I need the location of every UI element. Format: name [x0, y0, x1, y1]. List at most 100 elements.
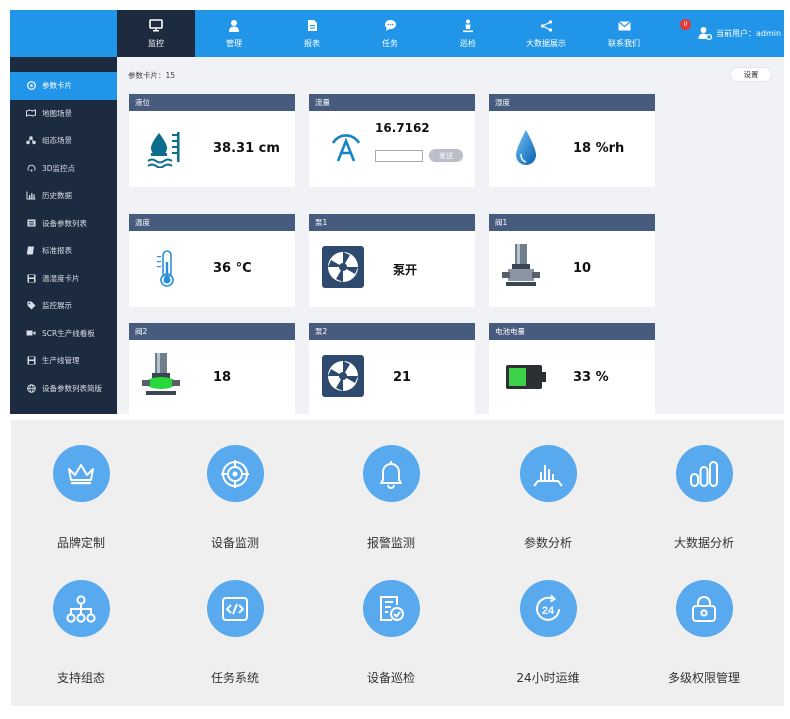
- feature-item: 任务系统: [165, 580, 305, 686]
- sidebar-item-label: 历史数据: [42, 191, 72, 201]
- user-settings-icon: [698, 26, 713, 41]
- card-title: 流量: [309, 94, 475, 111]
- param-card[interactable]: 流量 16.7162 发送: [309, 94, 475, 187]
- tag-icon: [26, 301, 36, 311]
- water-level-icon: [145, 127, 187, 169]
- nav-inspect[interactable]: 巡检: [429, 10, 507, 57]
- send-button[interactable]: 发送: [429, 149, 463, 162]
- 3d-icon: [26, 163, 36, 173]
- features-section: 品牌定制 设备监测 报警监测 参数分析 大数据分析 支持组态 任务系统 设备巡检…: [11, 420, 784, 706]
- battery-icon: [505, 356, 547, 398]
- sidebar-item-label: 组态场景: [42, 136, 72, 146]
- sidebar-item-3d-point[interactable]: 3D监控点: [10, 155, 117, 183]
- hierarchy-icon: [52, 580, 110, 637]
- sidebar-item-label: 参数卡片: [42, 81, 72, 91]
- param-card[interactable]: 液位 38.31 cm: [129, 94, 295, 187]
- card-value: 10: [573, 261, 592, 276]
- sidebar-item-history[interactable]: 历史数据: [10, 182, 117, 210]
- sidebar-item-label: SCR生产线看板: [42, 328, 95, 338]
- sidebar-item-label: 设备参数列表: [42, 218, 87, 228]
- settings-button[interactable]: 设置: [730, 67, 772, 82]
- param-card[interactable]: 泵2 21: [309, 323, 475, 414]
- sidebar-item-label: 监控展示: [42, 301, 72, 311]
- param-card[interactable]: 阀1 10: [489, 214, 655, 307]
- feature-label: 报警监测: [366, 536, 415, 550]
- bar-chart-icon: [519, 445, 577, 502]
- sidebar-item-scr-board[interactable]: SCR生产线看板: [10, 320, 117, 348]
- lock-icon: [675, 580, 733, 637]
- sidebar: 参数卡片 地图场景 组态场景 3D监控点 历史数据 设备参数列表 标准报表 温湿…: [10, 57, 117, 414]
- card-title: 湿度: [489, 94, 655, 111]
- app-window: 监控 管理 报表 任务 巡检 大数据展示 联系我们 0 当前用户：admin 参…: [10, 10, 784, 414]
- param-card[interactable]: 湿度 18 %rh: [489, 94, 655, 187]
- sidebar-item-temp-humidity[interactable]: 温湿度卡片: [10, 265, 117, 293]
- sidebar-item-label: 地图场景: [42, 108, 72, 118]
- param-card[interactable]: 电池电量 33 %: [489, 323, 655, 414]
- nav-report[interactable]: 报表: [273, 10, 351, 57]
- feature-label: 设备巡检: [366, 671, 415, 685]
- card-title: 液位: [129, 94, 295, 111]
- param-card[interactable]: 温度 36 °C: [129, 214, 295, 307]
- feature-item: 报警监测: [321, 445, 461, 551]
- document-icon: [304, 19, 320, 33]
- nav-label: 报表: [304, 38, 320, 48]
- report-icon: [26, 246, 36, 256]
- sidebar-item-standard-report[interactable]: 标准报表: [10, 237, 117, 265]
- notification-badge[interactable]: 0: [680, 19, 691, 30]
- nav-contact[interactable]: 联系我们: [585, 10, 663, 57]
- inspection-icon: [362, 580, 420, 637]
- sidebar-item-label: 生产线管理: [42, 356, 80, 366]
- sidebar-item-line-manage[interactable]: 生产线管理: [10, 347, 117, 375]
- feature-item: 多级权限管理: [634, 580, 774, 686]
- feature-item: 品牌定制: [11, 445, 151, 551]
- top-navbar: 监控 管理 报表 任务 巡检 大数据展示 联系我们 0 当前用户：admin: [10, 10, 784, 57]
- valve-icon: [499, 241, 545, 291]
- share-icon: [538, 19, 554, 33]
- bell-icon: [362, 445, 420, 502]
- card-title: 泵2: [309, 323, 475, 340]
- param-card[interactable]: 泵1 泵开: [309, 214, 475, 307]
- sidebar-item-param-card[interactable]: 参数卡片: [10, 72, 117, 100]
- sidebar-item-monitor-display[interactable]: 监控展示: [10, 292, 117, 320]
- card-title: 泵1: [309, 214, 475, 231]
- clock-24-icon: 24: [519, 580, 577, 637]
- map-icon: [26, 108, 36, 118]
- feature-label: 品牌定制: [56, 536, 105, 550]
- user-icon: [226, 19, 242, 33]
- nav-bigdata[interactable]: 大数据展示: [507, 10, 585, 57]
- user-menu[interactable]: 当前用户：admin ▼: [698, 26, 784, 41]
- pump-icon: [319, 352, 367, 400]
- chat-icon: [382, 19, 398, 33]
- globe-icon: [26, 383, 36, 393]
- nav-monitor[interactable]: 监控: [117, 10, 195, 57]
- feature-item: 设备巡检: [321, 580, 461, 686]
- water-drop-icon: [505, 127, 547, 169]
- sidebar-item-label: 标准报表: [42, 246, 72, 256]
- card-value: 21: [393, 370, 412, 385]
- sidebar-item-label: 3D监控点: [42, 163, 76, 173]
- nav-manage[interactable]: 管理: [195, 10, 273, 57]
- feature-label: 任务系统: [210, 671, 259, 685]
- nav-label: 监控: [148, 38, 164, 48]
- list-icon: [26, 218, 36, 228]
- card-title: 电池电量: [489, 323, 655, 340]
- user-label: 当前用户：admin: [716, 28, 782, 38]
- crown-icon: [52, 445, 110, 502]
- code-icon: [206, 580, 264, 637]
- card-value: 36 °C: [213, 261, 252, 276]
- sidebar-item-map-scene[interactable]: 地图场景: [10, 100, 117, 128]
- sidebar-item-config-scene[interactable]: 组态场景: [10, 127, 117, 155]
- sidebar-item-device-params-lite[interactable]: 设备参数列表简版: [10, 375, 117, 403]
- main-content: 参数卡片：15 设置 液位 38.31 cm 流量 16.7162 发送 湿度 …: [117, 57, 784, 414]
- param-card[interactable]: 阀2 18: [129, 323, 295, 414]
- sidebar-item-device-params[interactable]: 设备参数列表: [10, 210, 117, 238]
- nav-label: 巡检: [460, 38, 476, 48]
- svg-text:24: 24: [542, 605, 555, 617]
- card-value: 16.7162: [375, 121, 430, 135]
- nav-label: 任务: [382, 38, 398, 48]
- flow-value-input[interactable]: [375, 150, 423, 162]
- card-title: 阀1: [489, 214, 655, 231]
- card-value: 18: [213, 370, 232, 385]
- nav-task[interactable]: 任务: [351, 10, 429, 57]
- pillars-icon: [675, 445, 733, 502]
